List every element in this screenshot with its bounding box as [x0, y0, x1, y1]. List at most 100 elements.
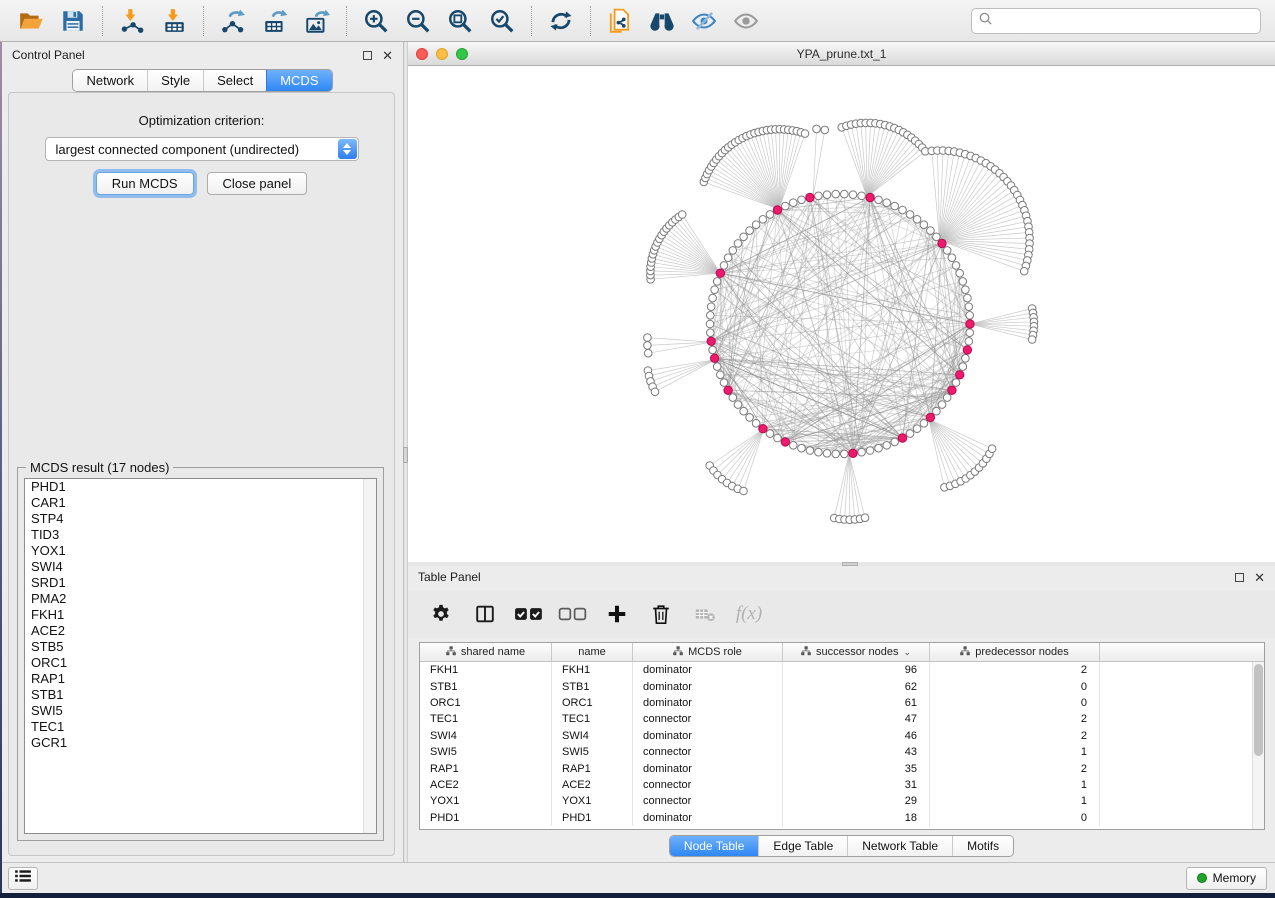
graph-node[interactable] — [849, 191, 857, 199]
graph-node[interactable] — [740, 233, 748, 241]
cell-shared-name[interactable]: PHD1 — [420, 810, 552, 826]
cell-name[interactable]: PHD1 — [552, 810, 633, 826]
tab-node-table[interactable]: Node Table — [670, 836, 759, 856]
zoom-fit-icon[interactable] — [445, 6, 475, 36]
graph-node[interactable] — [933, 407, 941, 415]
cell-successor-nodes[interactable]: 43 — [783, 744, 930, 760]
graph-node[interactable] — [943, 247, 951, 255]
cell-name[interactable]: RAP1 — [552, 760, 633, 776]
graph-node[interactable] — [933, 233, 941, 241]
graph-node[interactable] — [790, 199, 798, 207]
graph-hub-node[interactable] — [710, 354, 718, 362]
cell-name[interactable]: ACE2 — [552, 777, 633, 793]
show-details-icon[interactable] — [731, 6, 761, 36]
graph-node[interactable] — [713, 363, 721, 371]
graph-node[interactable] — [644, 342, 652, 350]
graph-node[interactable] — [734, 240, 742, 248]
criterion-select[interactable]: largest connected component (undirected) — [45, 137, 359, 161]
mcds-result-item[interactable]: STB1 — [25, 687, 376, 703]
mcds-result-item[interactable]: SWI4 — [25, 559, 376, 575]
cell-mcds-role[interactable]: dominator — [633, 662, 783, 678]
graph-node[interactable] — [790, 442, 798, 450]
graph-node[interactable] — [752, 221, 760, 229]
mcds-result-item[interactable]: STP4 — [25, 511, 376, 527]
graph-node[interactable] — [952, 379, 960, 387]
graph-node[interactable] — [766, 211, 774, 219]
share-document-icon[interactable] — [605, 6, 635, 36]
export-table-icon[interactable] — [260, 6, 290, 36]
mcds-result-item[interactable]: ACE2 — [25, 623, 376, 639]
graph-hub-node[interactable] — [773, 206, 781, 214]
graph-node[interactable] — [729, 247, 737, 255]
mcds-result-item[interactable]: CAR1 — [25, 495, 376, 511]
graph-node[interactable] — [952, 262, 960, 270]
close-panel-button[interactable]: Close panel — [207, 172, 308, 195]
tab-motifs[interactable]: Motifs — [952, 836, 1013, 856]
graph-node[interactable] — [883, 442, 891, 450]
cell-mcds-role[interactable]: connector — [633, 744, 783, 760]
column-header-predecessor-nodes[interactable]: predecessor nodes — [930, 643, 1100, 661]
graph-node[interactable] — [740, 487, 748, 495]
graph-hub-node[interactable] — [806, 193, 814, 201]
graph-node[interactable] — [959, 363, 967, 371]
graph-hub-node[interactable] — [963, 346, 971, 354]
graph-node[interactable] — [759, 216, 767, 224]
graph-hub-node[interactable] — [724, 386, 732, 394]
graph-node[interactable] — [709, 346, 717, 354]
mcds-result-item[interactable]: TID3 — [25, 527, 376, 543]
table-scrollbar[interactable] — [1252, 662, 1264, 829]
cell-predecessor-nodes[interactable]: 1 — [930, 793, 1100, 809]
graph-node[interactable] — [644, 349, 652, 357]
cell-mcds-role[interactable]: connector — [633, 777, 783, 793]
cell-predecessor-nodes[interactable]: 0 — [930, 695, 1100, 711]
graph-hub-node[interactable] — [781, 438, 789, 446]
cell-predecessor-nodes[interactable]: 2 — [930, 728, 1100, 744]
cell-name[interactable]: FKH1 — [552, 662, 633, 678]
cell-mcds-role[interactable]: dominator — [633, 728, 783, 744]
graph-node[interactable] — [858, 192, 866, 200]
cell-shared-name[interactable]: TEC1 — [420, 711, 552, 727]
graph-node[interactable] — [651, 388, 659, 396]
graph-node[interactable] — [964, 294, 972, 302]
graph-node[interactable] — [956, 269, 964, 277]
table-row[interactable]: SWI5SWI5connector431 — [420, 744, 1252, 760]
mcds-result-item[interactable]: YOX1 — [25, 543, 376, 559]
graph-node[interactable] — [920, 221, 928, 229]
graph-node[interactable] — [906, 211, 914, 219]
cell-shared-name[interactable]: SWI5 — [420, 744, 552, 760]
graph-node[interactable] — [821, 126, 829, 134]
cell-shared-name[interactable]: SWI4 — [420, 728, 552, 744]
cell-mcds-role[interactable]: dominator — [633, 678, 783, 694]
cell-mcds-role[interactable]: dominator — [633, 760, 783, 776]
cell-shared-name[interactable]: FKH1 — [420, 662, 552, 678]
cell-successor-nodes[interactable]: 96 — [783, 662, 930, 678]
float-panel-icon[interactable] — [363, 51, 372, 60]
cell-successor-nodes[interactable]: 35 — [783, 760, 930, 776]
table-mode-icon[interactable] — [424, 601, 458, 627]
graph-node[interactable] — [1028, 336, 1036, 344]
graph-node[interactable] — [713, 278, 721, 286]
graph-node[interactable] — [823, 191, 831, 199]
table-row[interactable]: YOX1YOX1connector291 — [420, 793, 1252, 809]
deselect-all-icon[interactable] — [556, 601, 590, 627]
column-header-successor-nodes[interactable]: successor nodes⌄ — [783, 643, 930, 661]
cell-predecessor-nodes[interactable]: 1 — [930, 777, 1100, 793]
zoom-out-icon[interactable] — [403, 6, 433, 36]
zoom-in-icon[interactable] — [361, 6, 391, 36]
mcds-result-list[interactable]: PHD1CAR1STP4TID3YOX1SWI4SRD1PMA2FKH1ACE2… — [24, 478, 377, 834]
tab-select[interactable]: Select — [203, 70, 266, 91]
graph-node[interactable] — [734, 401, 742, 409]
float-table-panel-icon[interactable] — [1235, 573, 1244, 582]
show-column-panel-icon[interactable] — [468, 601, 502, 627]
graph-hub-node[interactable] — [898, 434, 906, 442]
cell-mcds-role[interactable]: dominator — [633, 810, 783, 826]
graph-node[interactable] — [707, 329, 715, 337]
graph-node[interactable] — [806, 447, 814, 455]
graph-node[interactable] — [740, 407, 748, 415]
table-row[interactable]: ORC1ORC1dominator610 — [420, 695, 1252, 711]
network-canvas[interactable] — [408, 66, 1275, 562]
import-network-icon[interactable] — [117, 6, 147, 36]
search-input[interactable] — [993, 11, 1254, 31]
graph-node[interactable] — [899, 206, 907, 214]
toggle-graphics-details-icon[interactable] — [689, 6, 719, 36]
